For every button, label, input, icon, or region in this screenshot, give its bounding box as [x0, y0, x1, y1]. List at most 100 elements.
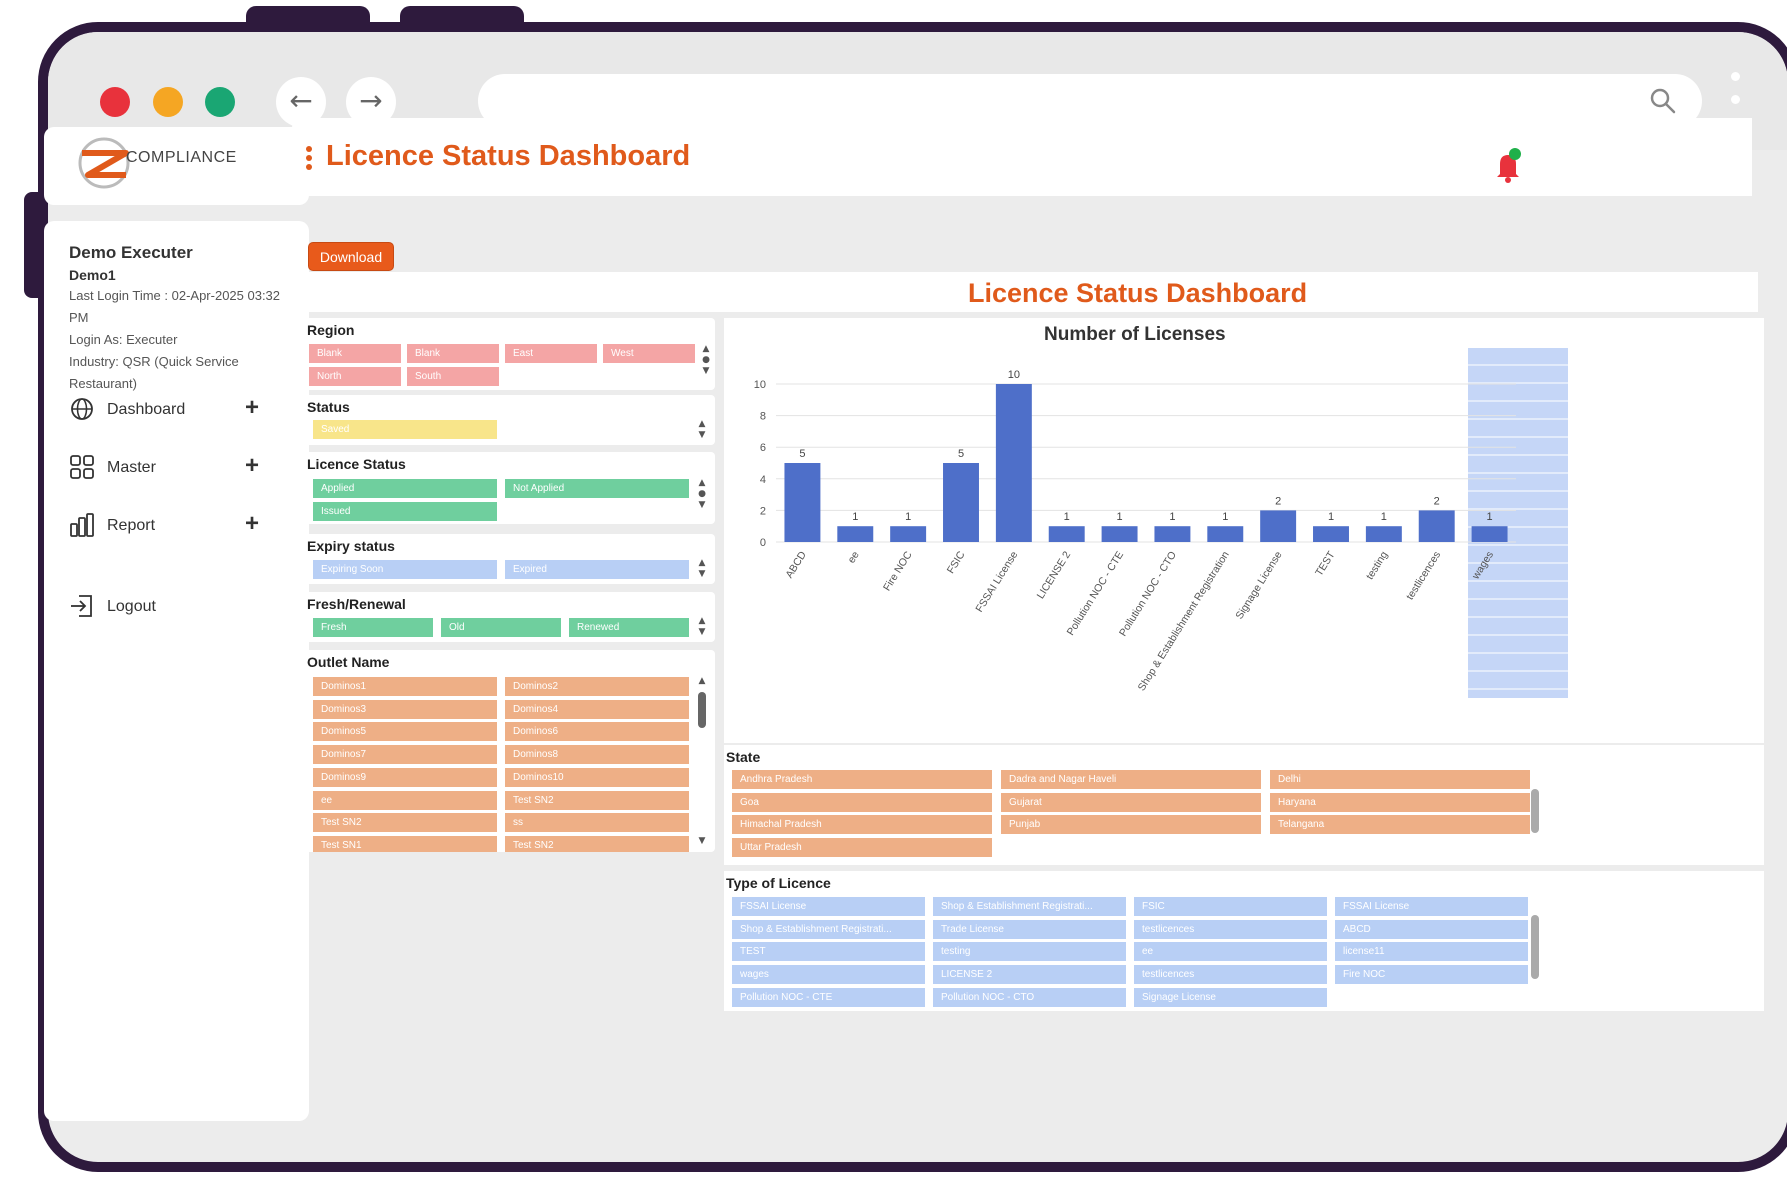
expand-plus-icon[interactable]: +	[245, 510, 259, 538]
region-option[interactable]: Blank	[309, 344, 401, 363]
chart-bar	[837, 526, 874, 542]
state-option[interactable]: Punjab	[1001, 815, 1261, 835]
state-option[interactable]: Delhi	[1270, 770, 1530, 789]
fresh-renewal-option[interactable]: Old	[441, 618, 561, 637]
licence-type-option[interactable]: testlicences	[1134, 919, 1327, 939]
slicer-scroll-control[interactable]: ▲ ● ▼	[696, 478, 708, 511]
x-tick-label: testlicences	[1404, 549, 1443, 602]
notification-bell-icon[interactable]	[1492, 148, 1524, 184]
licence-type-option[interactable]: ee	[1134, 942, 1327, 962]
outlet-option[interactable]: Test SN1	[313, 835, 497, 852]
outlet-option[interactable]: Test SN2	[505, 790, 689, 810]
outlet-option[interactable]: Dominos7	[313, 745, 497, 765]
sidebar-item-logout[interactable]: Logout	[69, 589, 259, 625]
licence-type-option[interactable]: Trade License	[933, 919, 1126, 939]
licence-type-option[interactable]: Signage License	[1134, 987, 1327, 1007]
licence-type-option[interactable]: ABCD	[1335, 919, 1528, 939]
licence-type-option[interactable]: wages	[732, 965, 925, 985]
state-option[interactable]: Gujarat	[1001, 792, 1261, 812]
type-of-licence-slicer: Type of Licence FSSAI License Shop & Esta…	[724, 871, 1764, 1011]
licence-type-option[interactable]: FSIC	[1134, 897, 1327, 916]
licence-status-option[interactable]: Not Applied	[505, 479, 689, 498]
region-option[interactable]: Blank	[407, 344, 499, 363]
sidebar-item-report[interactable]: Report +	[69, 508, 259, 544]
fresh-renewal-option[interactable]: Renewed	[569, 618, 689, 637]
scrollbar-thumb[interactable]	[1531, 789, 1539, 833]
status-option[interactable]: Saved	[313, 420, 497, 439]
licence-type-option[interactable]: FSSAI License	[732, 897, 925, 916]
expiry-status-option[interactable]: Expired	[505, 560, 689, 579]
licence-type-option[interactable]: Shop & Establishment Registrati...	[933, 897, 1126, 916]
sidebar-item-dashboard[interactable]: Dashboard +	[69, 392, 259, 428]
slicer-scroll-control[interactable]: ▲ ● ▼	[700, 344, 712, 377]
fresh-renewal-option[interactable]: Fresh	[313, 618, 433, 637]
search-icon[interactable]	[1650, 88, 1676, 114]
outlet-option[interactable]: Dominos6	[505, 722, 689, 742]
scroll-down-arrow[interactable]: ▼	[696, 836, 708, 847]
data-label: 2	[1275, 495, 1281, 507]
state-option[interactable]: Goa	[732, 792, 992, 812]
company-logo-icon	[78, 137, 130, 189]
licence-type-option[interactable]: license11	[1335, 942, 1528, 962]
expand-plus-icon[interactable]: +	[245, 394, 259, 422]
outlet-option[interactable]: Dominos9	[313, 767, 497, 787]
state-option[interactable]: Dadra and Nagar Haveli	[1001, 770, 1261, 789]
outlet-option[interactable]: Dominos2	[505, 677, 689, 696]
state-option[interactable]: Haryana	[1270, 792, 1530, 812]
outlet-option[interactable]: ss	[505, 813, 689, 833]
licence-type-option[interactable]: Pollution NOC - CTE	[732, 987, 925, 1007]
report-title-band: Licence Status Dashboard	[308, 272, 1758, 312]
outlet-name-slicer: Outlet Name Dominos1 Dominos2 Dominos3 Domi…	[305, 650, 715, 852]
data-label: 1	[1487, 511, 1493, 523]
licence-type-option[interactable]: FSSAI License	[1335, 897, 1528, 916]
licence-type-option[interactable]: testing	[933, 942, 1126, 962]
region-option[interactable]: East	[505, 344, 597, 363]
minimize-window-button[interactable]	[153, 87, 183, 117]
licence-status-option[interactable]: Issued	[313, 502, 497, 521]
data-label: 1	[905, 511, 911, 523]
close-window-button[interactable]	[100, 87, 130, 117]
region-option[interactable]: South	[407, 367, 499, 386]
outlet-option[interactable]: Dominos10	[505, 767, 689, 787]
licence-type-option[interactable]: TEST	[732, 942, 925, 962]
slicer-scroll-control[interactable]: ▲ ▼	[696, 419, 708, 441]
licence-status-option[interactable]: Applied	[313, 479, 497, 498]
expand-plus-icon[interactable]: +	[245, 452, 259, 480]
state-option[interactable]: Uttar Pradesh	[732, 838, 992, 858]
header-menu-icon[interactable]	[306, 146, 312, 173]
licenses-chart-panel: Number of Licenses 0 2 4 6 8 10 5 ABCD 1 ee 1 Fire …	[724, 318, 1764, 743]
expiry-status-slicer: Expiry status Expiring Soon Expired ▲ ▼	[305, 534, 715, 584]
chart-bar	[995, 384, 1032, 542]
licence-type-option[interactable]: testlicences	[1134, 965, 1327, 985]
globe-icon	[71, 398, 93, 420]
region-option[interactable]: West	[603, 344, 695, 363]
data-label: 1	[1064, 511, 1070, 523]
slicer-scroll-control[interactable]: ▲ ▼	[696, 616, 708, 638]
outlet-option[interactable]: Dominos4	[505, 699, 689, 719]
outlet-option[interactable]: Dominos8	[505, 745, 689, 765]
slicer-scroll-control[interactable]: ▲ ▼	[696, 558, 708, 580]
scroll-up-arrow[interactable]: ▲	[696, 676, 708, 687]
outlet-option[interactable]: Test SN2	[505, 835, 689, 852]
outlet-option[interactable]: ee	[313, 790, 497, 810]
outlet-option[interactable]: Dominos3	[313, 699, 497, 719]
region-option[interactable]: North	[309, 367, 401, 386]
state-option[interactable]: Himachal Pradesh	[732, 815, 992, 835]
licence-type-option[interactable]: Fire NOC	[1335, 965, 1528, 985]
outlet-option[interactable]: Dominos5	[313, 722, 497, 742]
sidebar-item-master[interactable]: Master +	[69, 450, 259, 486]
outlet-option[interactable]: Dominos1	[313, 677, 497, 696]
licence-type-option[interactable]: LICENSE 2	[933, 965, 1126, 985]
scrollbar-thumb[interactable]	[1531, 915, 1539, 979]
slicer-title: State	[726, 749, 761, 765]
state-option[interactable]: Telangana	[1270, 815, 1530, 835]
outlet-option[interactable]: Test SN2	[313, 813, 497, 833]
licence-type-option[interactable]: Shop & Establishment Registrati...	[732, 919, 925, 939]
licence-type-option[interactable]: Pollution NOC - CTO	[933, 987, 1126, 1007]
expiry-status-option[interactable]: Expiring Soon	[313, 560, 497, 579]
state-option[interactable]: Andhra Pradesh	[732, 770, 992, 789]
y-tick-label: 2	[760, 505, 766, 517]
download-button[interactable]: Download	[308, 242, 394, 271]
scrollbar-thumb[interactable]	[698, 692, 706, 728]
maximize-window-button[interactable]	[205, 87, 235, 117]
